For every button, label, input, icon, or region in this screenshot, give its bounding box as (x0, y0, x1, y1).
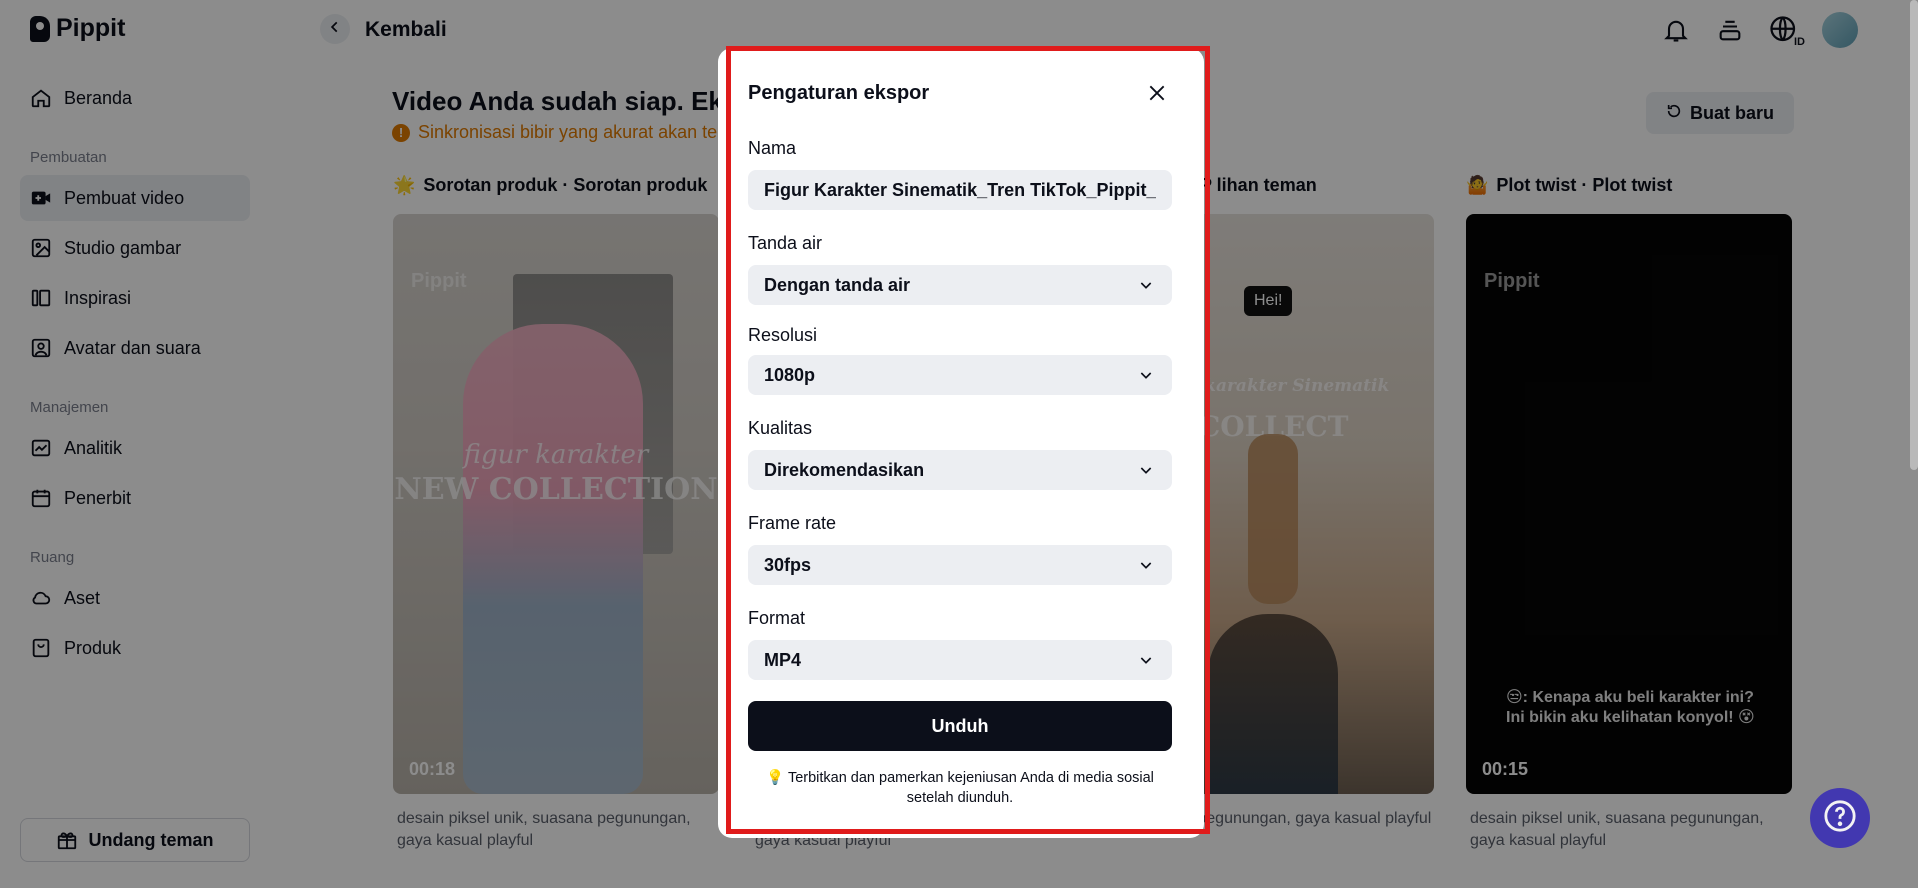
watermark-value: Dengan tanda air (764, 274, 911, 295)
format-select[interactable]: MP4 (748, 640, 1172, 680)
name-field[interactable] (748, 170, 1172, 210)
quality-select[interactable]: Direkomendasikan (748, 450, 1172, 490)
chevron-down-icon (1138, 276, 1156, 294)
format-label: Format (748, 608, 806, 628)
close-button[interactable] (1142, 80, 1172, 110)
framerate-select[interactable]: 30fps (748, 545, 1172, 585)
lightbulb-icon: 💡 (766, 770, 785, 786)
export-settings-modal: Pengaturan ekspor Nama Tanda air Dengan … (718, 48, 1204, 838)
resolution-label: Resolusi (748, 325, 818, 345)
chevron-down-icon (1138, 461, 1156, 479)
watermark-label: Tanda air (748, 233, 823, 253)
quality-label: Kualitas (748, 418, 813, 438)
tip-text-container: 💡 Terbitkan dan pamerkan kejeniusan Anda… (748, 768, 1172, 808)
resolution-select[interactable]: 1080p (748, 355, 1172, 395)
modal-title: Pengaturan ekspor (748, 82, 930, 104)
download-button[interactable]: Unduh (748, 701, 1172, 751)
chevron-down-icon (1138, 556, 1156, 574)
close-icon (1147, 83, 1167, 108)
framerate-label: Frame rate (748, 513, 837, 533)
name-input[interactable] (764, 179, 1156, 201)
help-button[interactable] (1810, 788, 1870, 848)
resolution-value: 1080p (764, 364, 816, 385)
chevron-down-icon (1138, 366, 1156, 384)
quality-value: Direkomendasikan (764, 459, 925, 480)
watermark-select[interactable]: Dengan tanda air (748, 265, 1172, 305)
framerate-value: 30fps (764, 554, 812, 575)
question-icon (1823, 799, 1857, 838)
tip-text: Terbitkan dan pamerkan kejeniusan Anda d… (787, 770, 1154, 806)
format-value: MP4 (764, 649, 802, 670)
chevron-down-icon (1138, 651, 1156, 669)
name-label: Nama (748, 138, 797, 158)
scrollbar[interactable] (1910, 0, 1918, 470)
